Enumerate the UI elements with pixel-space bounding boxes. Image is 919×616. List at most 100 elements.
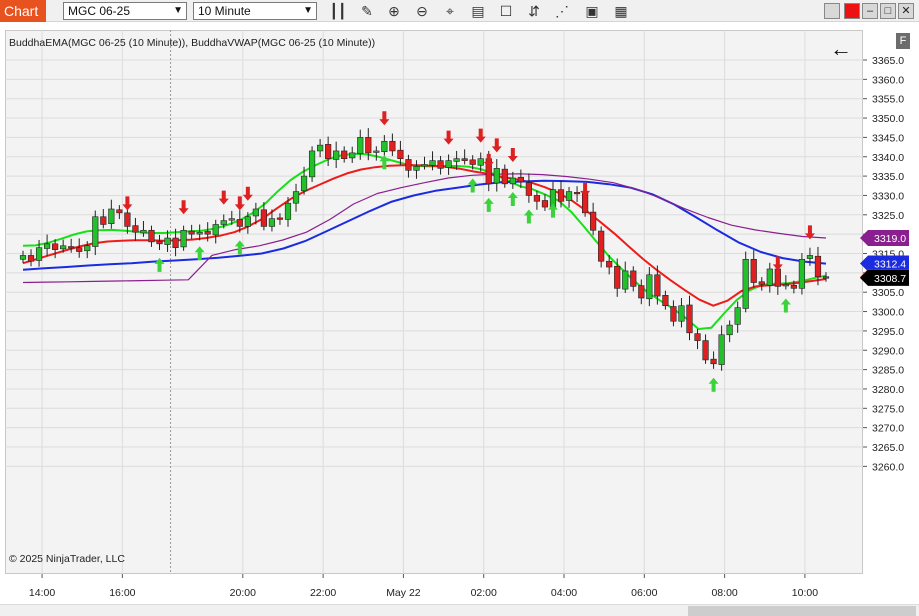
candle-down <box>397 149 404 159</box>
y-tick-label: 3265.0 <box>872 442 904 454</box>
candle-up <box>734 307 741 325</box>
y-tick-label: 3290.0 <box>872 345 904 357</box>
candle-down <box>156 240 163 245</box>
x-tick-label: 20:00 <box>230 587 256 599</box>
candle-up <box>300 175 308 192</box>
sell-signal-arrow <box>580 182 591 197</box>
candle-down <box>638 285 645 299</box>
y-tick-label: 3325.0 <box>872 210 904 222</box>
candle-up <box>164 237 171 245</box>
buy-signal-arrow <box>483 197 494 212</box>
candle-up <box>108 208 115 225</box>
candle-down <box>68 246 75 249</box>
candle-up <box>718 334 725 365</box>
candle-up <box>196 231 203 235</box>
candle-down <box>814 255 822 278</box>
x-tick-label: 02:00 <box>471 587 497 599</box>
x-tick-label: 16:00 <box>109 587 135 599</box>
candle-down <box>260 209 268 227</box>
candle-down <box>822 276 830 279</box>
candle-down <box>389 140 396 152</box>
candle-up <box>646 274 653 300</box>
sell-signal-arrow <box>242 186 253 201</box>
candle-down <box>517 176 524 183</box>
candle-up <box>92 216 99 247</box>
candle-down <box>662 294 669 307</box>
y-tick-label: 3275.0 <box>872 403 904 415</box>
candle-up <box>509 177 516 185</box>
candle-up <box>565 191 573 201</box>
candle-up <box>357 137 364 154</box>
candle-down <box>702 340 709 361</box>
x-tick-label: May 22 <box>386 587 421 599</box>
candle-up <box>268 218 276 227</box>
candle-up <box>493 168 500 184</box>
candle-down <box>52 243 59 250</box>
buy-signal-arrow <box>708 377 719 392</box>
candle-down <box>774 268 781 287</box>
candle-down <box>614 265 621 289</box>
candle-up <box>477 158 484 166</box>
candle-down <box>365 137 372 154</box>
y-tick-label: 3350.0 <box>872 113 904 125</box>
copyright-text: © 2025 NinjaTrader, LLC <box>9 553 125 565</box>
sell-signal-arrow <box>491 138 502 153</box>
candle-up <box>212 224 219 236</box>
scrollbar-thumb[interactable] <box>688 606 916 616</box>
candle-up <box>349 152 356 159</box>
x-tick-label: 22:00 <box>310 587 336 599</box>
x-tick-label: 14:00 <box>29 587 55 599</box>
y-tick-label: 3295.0 <box>872 326 904 338</box>
candle-down <box>204 231 211 235</box>
candle-up <box>228 218 235 221</box>
y-tick-label: 3365.0 <box>872 55 904 67</box>
price-tag-label: 3308.7 <box>874 273 906 285</box>
f-button[interactable]: F <box>896 33 910 49</box>
candle-down <box>501 168 508 185</box>
buy-signal-arrow <box>507 192 518 207</box>
candle-up <box>333 150 340 160</box>
candle-up <box>373 150 380 153</box>
candle-up <box>782 284 789 287</box>
candle-down <box>573 192 581 195</box>
candle-up <box>84 245 91 252</box>
y-tick-label: 3305.0 <box>872 287 904 299</box>
x-tick-label: 08:00 <box>711 587 737 599</box>
y-tick-label: 3285.0 <box>872 365 904 377</box>
candle-up <box>726 324 733 336</box>
candle-down <box>148 229 155 243</box>
y-tick-label: 3335.0 <box>872 171 904 183</box>
candle-up <box>19 255 27 260</box>
back-arrow-icon[interactable]: ← <box>830 38 852 60</box>
candle-down <box>541 200 549 208</box>
candle-up <box>220 220 227 225</box>
candle-down <box>325 144 332 159</box>
candle-up <box>43 243 51 249</box>
candle-up <box>742 259 749 309</box>
candle-down <box>630 270 637 287</box>
candle-down <box>116 209 123 214</box>
candle-up <box>140 229 147 234</box>
horizontal-scrollbar[interactable] <box>0 604 919 616</box>
candle-up <box>180 229 187 248</box>
buy-signal-arrow <box>547 203 558 218</box>
y-tick-label: 3260.0 <box>872 461 904 473</box>
candle-down <box>172 237 179 248</box>
candle-down <box>132 225 139 233</box>
chart-window: Chart MGC 06-25 ▼ 10 Minute ▼ ┃┃ ✎ ⊕ ⊖ ⌖… <box>0 0 919 616</box>
y-tick-label: 3330.0 <box>872 190 904 202</box>
candle-down <box>686 304 693 334</box>
sell-signal-arrow <box>483 153 494 168</box>
candle-down <box>124 212 131 227</box>
candle-up <box>292 191 300 204</box>
candle-down <box>606 260 613 268</box>
candle-up <box>429 160 436 166</box>
x-tick-label: 04:00 <box>551 587 577 599</box>
price-tag-label: 3312.4 <box>874 259 906 271</box>
candle-down <box>341 150 348 159</box>
candle-down <box>557 189 565 202</box>
sell-signal-arrow <box>122 196 133 211</box>
sell-signal-arrow <box>507 148 518 163</box>
chart-canvas[interactable]: 3365.0 3360.0 3355.0 3350.0 3345.0 3340.0 3335… <box>0 0 919 604</box>
candle-up <box>798 259 806 289</box>
